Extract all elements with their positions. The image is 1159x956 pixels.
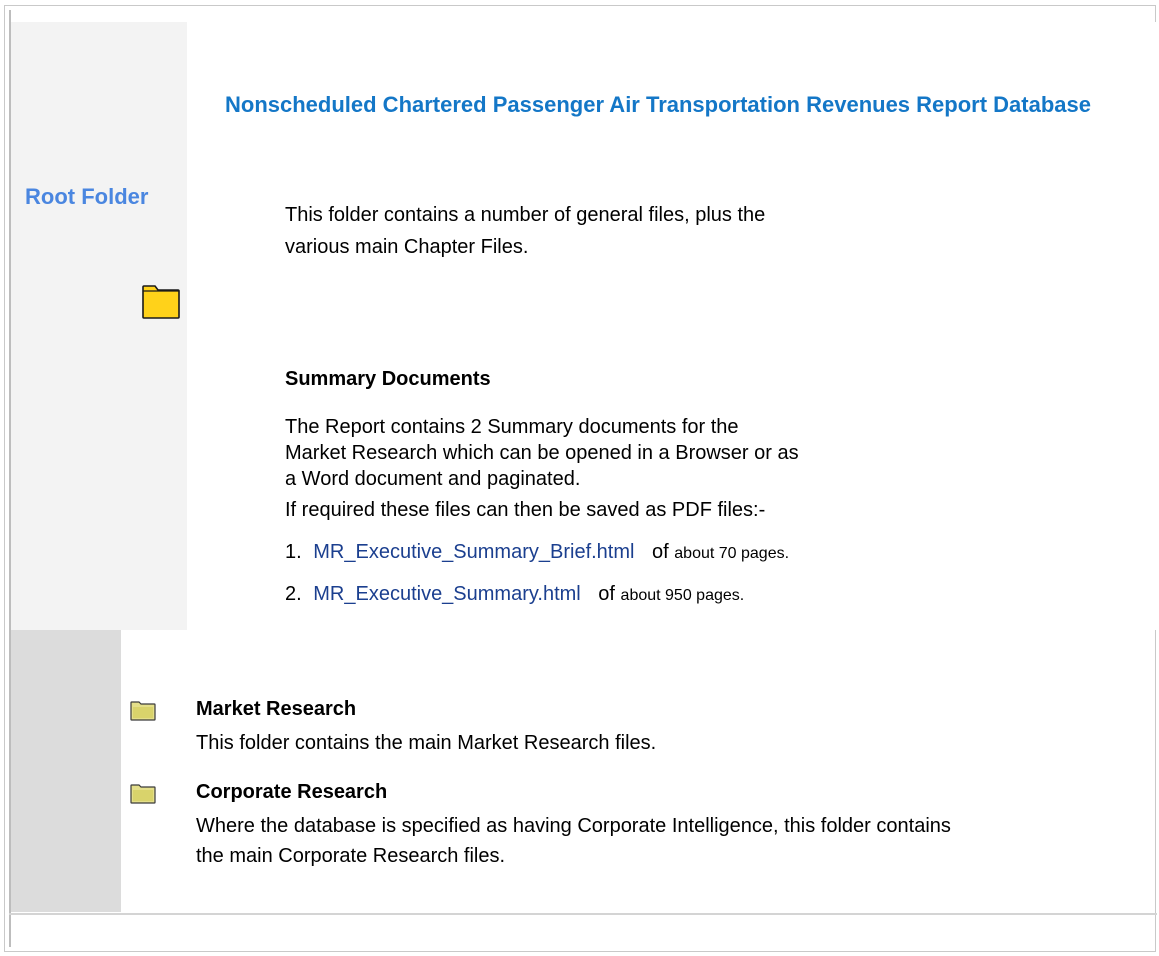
item-of: of xyxy=(598,583,615,605)
item-number: 2. xyxy=(285,583,302,605)
folder-icon[interactable] xyxy=(142,285,180,319)
market-research-title[interactable]: Market Research xyxy=(196,698,356,721)
list-item: 1. MR_Executive_Summary_Brief.html of ab… xyxy=(285,541,789,564)
pdf-note: If required these files can then be save… xyxy=(285,499,766,521)
executive-summary-brief-link[interactable]: MR_Executive_Summary_Brief.html xyxy=(313,541,634,563)
page-title: Nonscheduled Chartered Passenger Air Tra… xyxy=(225,92,1091,117)
item-pages: about 950 pages. xyxy=(620,587,745,604)
summary-heading: Summary Documents xyxy=(285,368,491,390)
market-research-description: This folder contains the main Market Res… xyxy=(196,732,657,754)
lower-left-panel xyxy=(11,630,121,912)
executive-summary-link[interactable]: MR_Executive_Summary.html xyxy=(313,583,580,605)
list-item: 2. MR_Executive_Summary.html of about 95… xyxy=(285,583,744,606)
folder-icon[interactable] xyxy=(130,701,156,721)
bottom-rule xyxy=(9,913,1157,915)
item-of: of xyxy=(652,541,669,563)
left-panel xyxy=(11,22,187,630)
summary-description: The Report contains 2 Summary documents … xyxy=(285,416,799,490)
corporate-research-description: Where the database is specified as havin… xyxy=(196,815,951,867)
folder-icon[interactable] xyxy=(130,784,156,804)
item-number: 1. xyxy=(285,541,302,563)
root-folder-label: Root Folder xyxy=(25,184,149,209)
intro-text: This folder contains a number of general… xyxy=(285,204,766,258)
corporate-research-title[interactable]: Corporate Research xyxy=(196,781,387,804)
item-pages: about 70 pages. xyxy=(674,545,790,562)
